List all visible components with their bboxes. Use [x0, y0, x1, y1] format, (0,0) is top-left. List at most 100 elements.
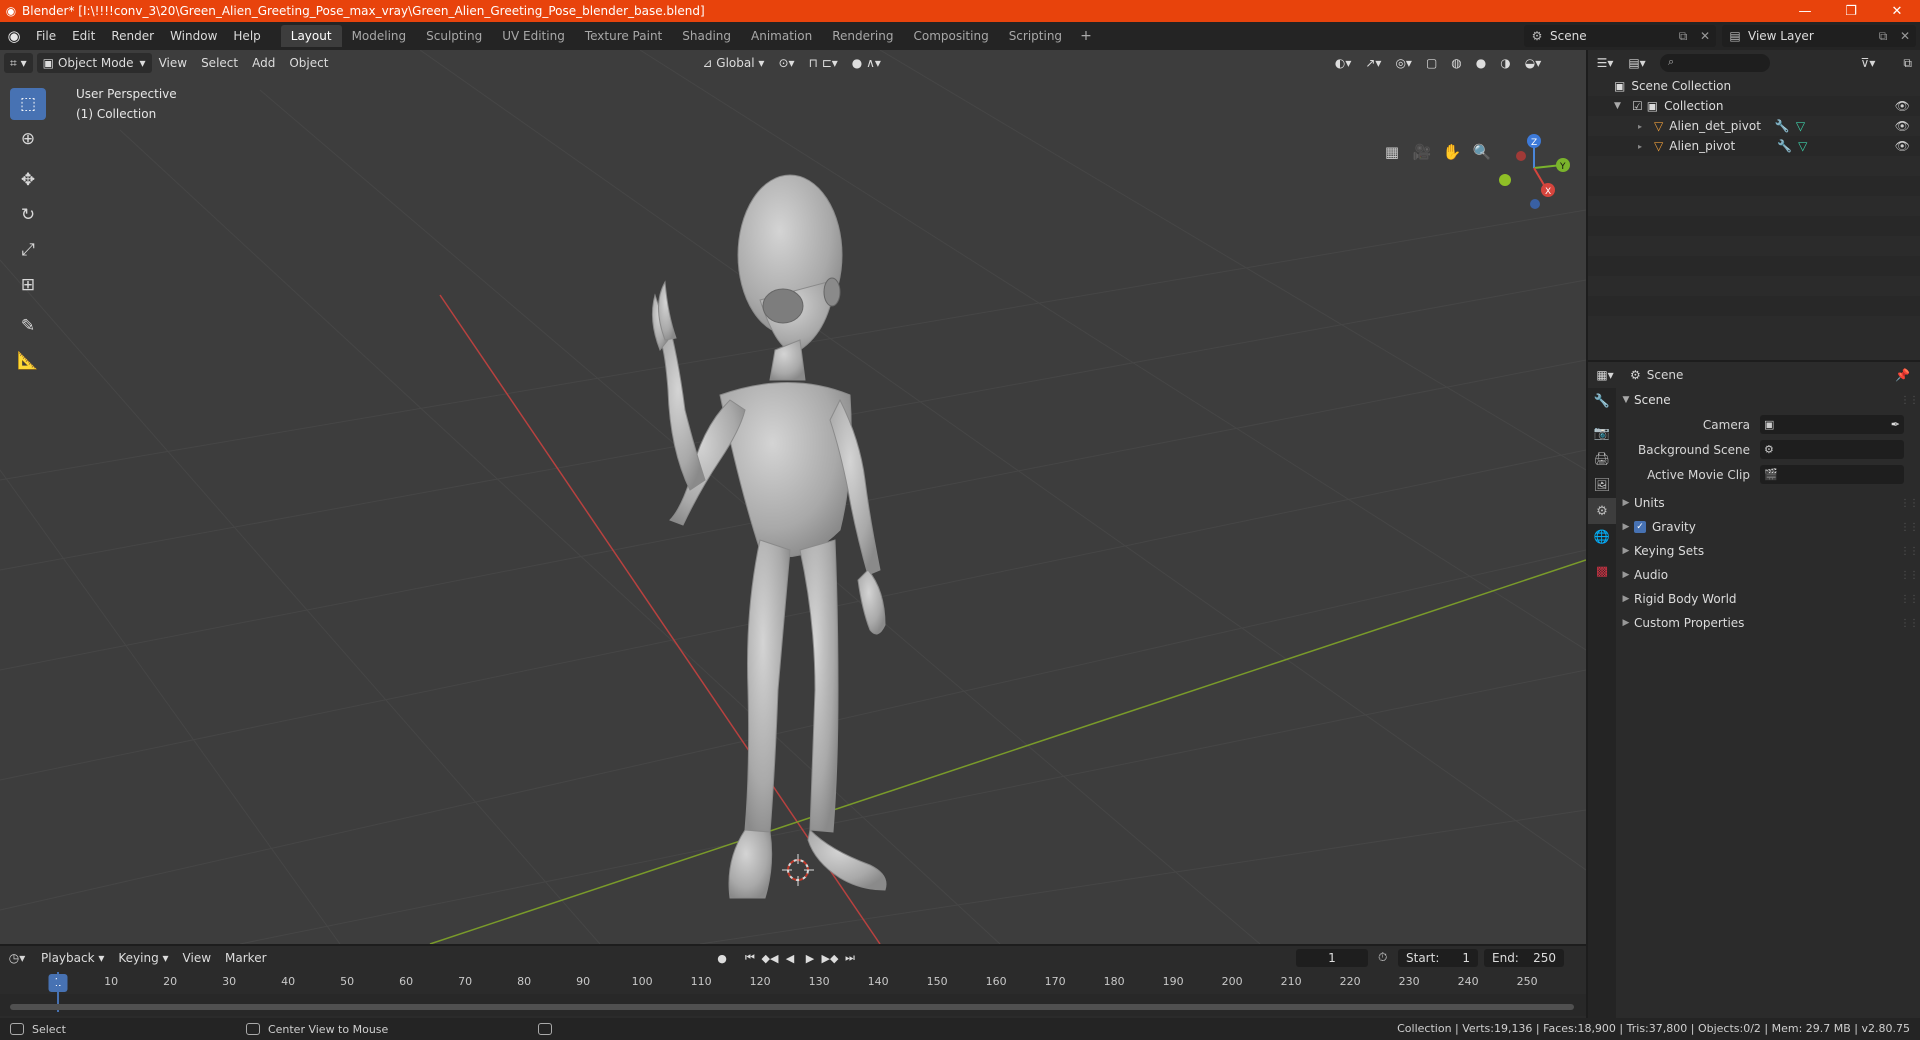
current-frame-field[interactable]: 1: [1296, 949, 1368, 967]
outliner-editor-type-icon[interactable]: ☰▾: [1588, 56, 1622, 70]
grid-view-icon[interactable]: ▦: [1378, 138, 1406, 166]
filter-icon[interactable]: ⊽▾: [1861, 56, 1876, 70]
menu-add[interactable]: Add: [245, 53, 282, 73]
pin-icon[interactable]: 📌: [1895, 368, 1910, 382]
menu-render[interactable]: Render: [103, 25, 162, 47]
eye-icon[interactable]: 👁: [1895, 99, 1910, 113]
mode-selector[interactable]: ▣ Object Mode ▾: [36, 53, 152, 73]
menu-object[interactable]: Object: [282, 53, 335, 73]
remove-scene-icon[interactable]: ✕: [1694, 29, 1716, 43]
tab-scripting[interactable]: Scripting: [999, 25, 1072, 47]
annotate-tool-icon[interactable]: ✎: [10, 310, 46, 342]
maximize-button[interactable]: ❐: [1828, 0, 1874, 22]
shading-solid-icon[interactable]: ●: [1469, 53, 1493, 73]
record-icon[interactable]: ●: [712, 949, 732, 967]
tab-modeling[interactable]: Modeling: [342, 25, 417, 47]
tab-rendering[interactable]: Rendering: [822, 25, 903, 47]
expand-arrow-icon[interactable]: ▸: [1638, 142, 1650, 151]
eye-icon[interactable]: 👁: [1895, 119, 1910, 133]
properties-editor-type-icon[interactable]: ▦▾: [1588, 368, 1622, 382]
scene-selector[interactable]: ⚙ Scene ⧉ ✕: [1524, 25, 1716, 47]
gravity-checkbox[interactable]: ✓: [1634, 521, 1646, 533]
units-panel-header[interactable]: ▶ Units ⋮⋮: [1618, 491, 1920, 515]
active-movie-clip-field[interactable]: 🎬: [1760, 465, 1904, 484]
play-reverse-icon[interactable]: ◀: [780, 949, 800, 967]
expand-arrow-icon[interactable]: ▼: [1614, 101, 1626, 111]
zoom-icon[interactable]: 🔍: [1468, 138, 1496, 166]
xray-toggle-icon[interactable]: ▢: [1419, 53, 1444, 73]
scale-tool-icon[interactable]: ⤢: [10, 234, 46, 266]
display-mode-icon[interactable]: ▤▾: [1622, 56, 1652, 70]
cursor-tool-icon[interactable]: ⊕: [10, 123, 46, 155]
next-keyframe-icon[interactable]: ▶◆: [820, 949, 840, 967]
jump-end-icon[interactable]: ⏭: [840, 949, 860, 967]
new-collection-icon[interactable]: ⧉: [1903, 56, 1912, 71]
outliner-search-input[interactable]: ⌕: [1660, 54, 1770, 72]
shading-material-icon[interactable]: ◑: [1493, 53, 1517, 73]
proportional-edit-icon[interactable]: ● ∧▾: [845, 53, 888, 73]
outliner-row-object[interactable]: ▸ ▽ Alien_pivot 🔧 ▽ 👁: [1588, 136, 1920, 156]
shading-wireframe-icon[interactable]: ◍: [1444, 53, 1468, 73]
timeline-editor-type-icon[interactable]: ◷▾: [0, 951, 34, 965]
drag-handle-icon[interactable]: ⋮⋮: [1900, 594, 1919, 605]
drag-handle-icon[interactable]: ⋮⋮: [1900, 522, 1919, 533]
new-view-layer-icon[interactable]: ⧉: [1872, 29, 1894, 44]
drag-handle-icon[interactable]: ⋮⋮: [1900, 546, 1919, 557]
tab-sculpting[interactable]: Sculpting: [416, 25, 492, 47]
menu-marker[interactable]: Marker: [218, 951, 273, 965]
editor-type-button[interactable]: ⌗ ▾: [4, 53, 33, 73]
rotate-tool-icon[interactable]: ↻: [10, 199, 46, 231]
tab-animation[interactable]: Animation: [741, 25, 822, 47]
outliner-row-collection[interactable]: ▼ ☑ ▣ Collection 👁: [1588, 96, 1920, 116]
output-tab-icon[interactable]: 🖨: [1588, 446, 1616, 472]
menu-edit[interactable]: Edit: [64, 25, 103, 47]
3d-viewport[interactable]: Z Y X ⌗ ▾ ▣ Object Mode ▾ View Select Ad…: [0, 50, 1586, 944]
start-frame-field[interactable]: Start: 1: [1398, 949, 1478, 967]
pan-hand-icon[interactable]: ✋: [1438, 138, 1466, 166]
overlay-toggle-icon[interactable]: ◎▾: [1388, 53, 1419, 73]
render-tab-icon[interactable]: 📷: [1588, 420, 1616, 446]
texture-tab-icon[interactable]: ▩: [1588, 558, 1616, 584]
select-box-tool-icon[interactable]: ⬚: [10, 88, 46, 120]
tab-compositing[interactable]: Compositing: [903, 25, 998, 47]
tab-shading[interactable]: Shading: [672, 25, 741, 47]
camera-field[interactable]: ▣ ✒: [1760, 415, 1904, 434]
outliner-row-scene-collection[interactable]: ▣ Scene Collection: [1588, 76, 1920, 96]
frame-ruler[interactable]: 1 10203040506070809010011012013014015016…: [0, 972, 1586, 994]
audio-panel-header[interactable]: ▶ Audio ⋮⋮: [1618, 563, 1920, 587]
visibility-icon[interactable]: ◐▾: [1328, 53, 1359, 73]
menu-help[interactable]: Help: [225, 25, 268, 47]
measure-tool-icon[interactable]: 📐: [10, 345, 46, 377]
tab-layout[interactable]: Layout: [280, 25, 342, 47]
eye-icon[interactable]: 👁: [1895, 139, 1910, 153]
timeline-scrollbar[interactable]: [10, 1004, 1574, 1010]
menu-view[interactable]: View: [152, 53, 194, 73]
world-tab-icon[interactable]: 🌐: [1588, 524, 1616, 550]
scene-tab-icon[interactable]: ⚙: [1588, 498, 1616, 524]
transform-orientation-selector[interactable]: ⊿ Global ▾: [695, 53, 771, 73]
menu-select[interactable]: Select: [194, 53, 245, 73]
rigid-body-world-panel-header[interactable]: ▶ Rigid Body World ⋮⋮: [1618, 587, 1920, 611]
drag-handle-icon[interactable]: ⋮⋮: [1900, 498, 1919, 509]
gizmo-toggle-icon[interactable]: ↗▾: [1358, 53, 1388, 73]
shading-rendered-icon[interactable]: ◒▾: [1518, 53, 1549, 73]
new-scene-icon[interactable]: ⧉: [1672, 29, 1694, 44]
view-layer-selector[interactable]: ▤ View Layer ⧉ ✕: [1722, 25, 1916, 47]
stopwatch-icon[interactable]: ⏱: [1378, 950, 1387, 965]
checkbox-icon[interactable]: ☑: [1632, 99, 1643, 113]
scene-panel-header[interactable]: ▼ Scene ⋮⋮: [1618, 388, 1920, 412]
transform-tool-icon[interactable]: ⊞: [10, 269, 46, 301]
eyedropper-icon[interactable]: ✒: [1891, 418, 1900, 431]
drag-handle-icon[interactable]: ⋮⋮: [1900, 395, 1919, 406]
tab-uv-editing[interactable]: UV Editing: [492, 25, 575, 47]
prev-keyframe-icon[interactable]: ◆◀: [760, 949, 780, 967]
end-frame-field[interactable]: End: 250: [1484, 949, 1564, 967]
keying-sets-panel-header[interactable]: ▶ Keying Sets ⋮⋮: [1618, 539, 1920, 563]
menu-view[interactable]: View: [176, 951, 218, 965]
gravity-panel-header[interactable]: ▶ ✓ Gravity ⋮⋮: [1618, 515, 1920, 539]
jump-start-icon[interactable]: ⏮: [740, 949, 760, 967]
add-workspace-icon[interactable]: +: [1072, 25, 1100, 47]
tab-texture-paint[interactable]: Texture Paint: [575, 25, 672, 47]
menu-keying[interactable]: Keying ▾: [111, 951, 175, 965]
blender-menu-icon[interactable]: ◉: [0, 22, 28, 50]
